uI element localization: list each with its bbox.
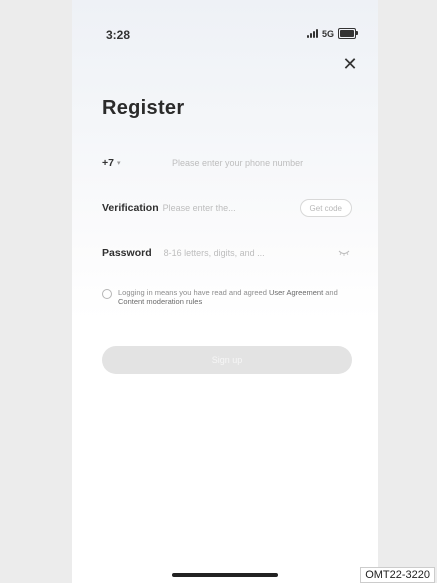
password-input[interactable] — [163, 248, 336, 258]
phone-input[interactable] — [172, 158, 352, 168]
country-code: +7 — [102, 157, 114, 169]
image-watermark: OMT22-3220 — [360, 567, 435, 583]
agreement-prefix: Logging in means you have read and agree… — [118, 288, 267, 297]
battery-icon — [338, 28, 358, 39]
status-time: 3:28 — [106, 28, 131, 42]
home-indicator[interactable] — [172, 573, 278, 577]
phone-row: +7 ▾ — [102, 152, 352, 174]
page-title: Register — [102, 97, 185, 119]
verification-row: Verification Get code — [102, 197, 352, 219]
register-button[interactable]: Sign up — [102, 346, 352, 374]
password-label: Password — [102, 247, 152, 259]
verification-input[interactable] — [162, 203, 300, 213]
country-code-selector[interactable]: +7 ▾ — [102, 157, 172, 169]
agreement-block: Logging in means you have read and agree… — [102, 288, 352, 306]
close-icon[interactable]: ✕ — [340, 54, 360, 74]
user-agreement-link[interactable]: User Agreement — [269, 288, 323, 297]
verification-label: Verification — [102, 202, 159, 214]
eye-closed-icon[interactable] — [336, 248, 352, 258]
checkbox-unchecked-icon[interactable] — [102, 289, 112, 299]
get-code-button[interactable]: Get code — [299, 199, 352, 217]
status-bar: 3:28 5G — [72, 0, 378, 42]
status-icons: 5G — [306, 28, 358, 39]
network-label: 5G — [321, 28, 334, 39]
agreement-and: and — [323, 288, 338, 297]
chevron-down-icon: ▾ — [116, 160, 121, 167]
signal-icon — [306, 29, 318, 38]
agreement-text: Logging in means you have read and agree… — [118, 288, 352, 306]
phone-screen: 3:28 5G ✕ Register +7 ▾ Verification Get… — [72, 0, 378, 583]
password-row: Password — [102, 242, 352, 264]
content-moderation-link[interactable]: Content moderation rules — [118, 297, 202, 306]
